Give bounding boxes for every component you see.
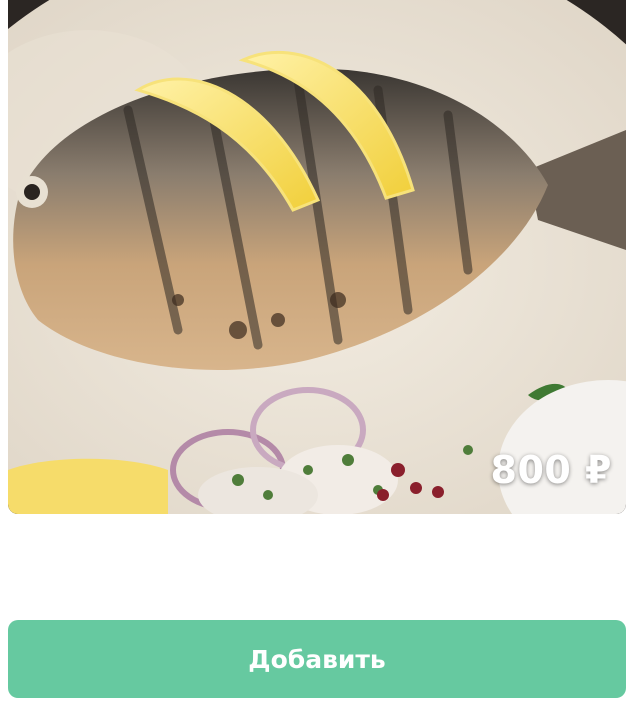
price-label: 800 ₽	[490, 448, 612, 492]
grilled-fish-image	[8, 0, 626, 514]
product-photo[interactable]: 800 ₽	[8, 0, 626, 514]
product-card: 800 ₽ Добавить	[0, 0, 626, 704]
add-to-cart-button[interactable]: Добавить	[8, 620, 626, 698]
